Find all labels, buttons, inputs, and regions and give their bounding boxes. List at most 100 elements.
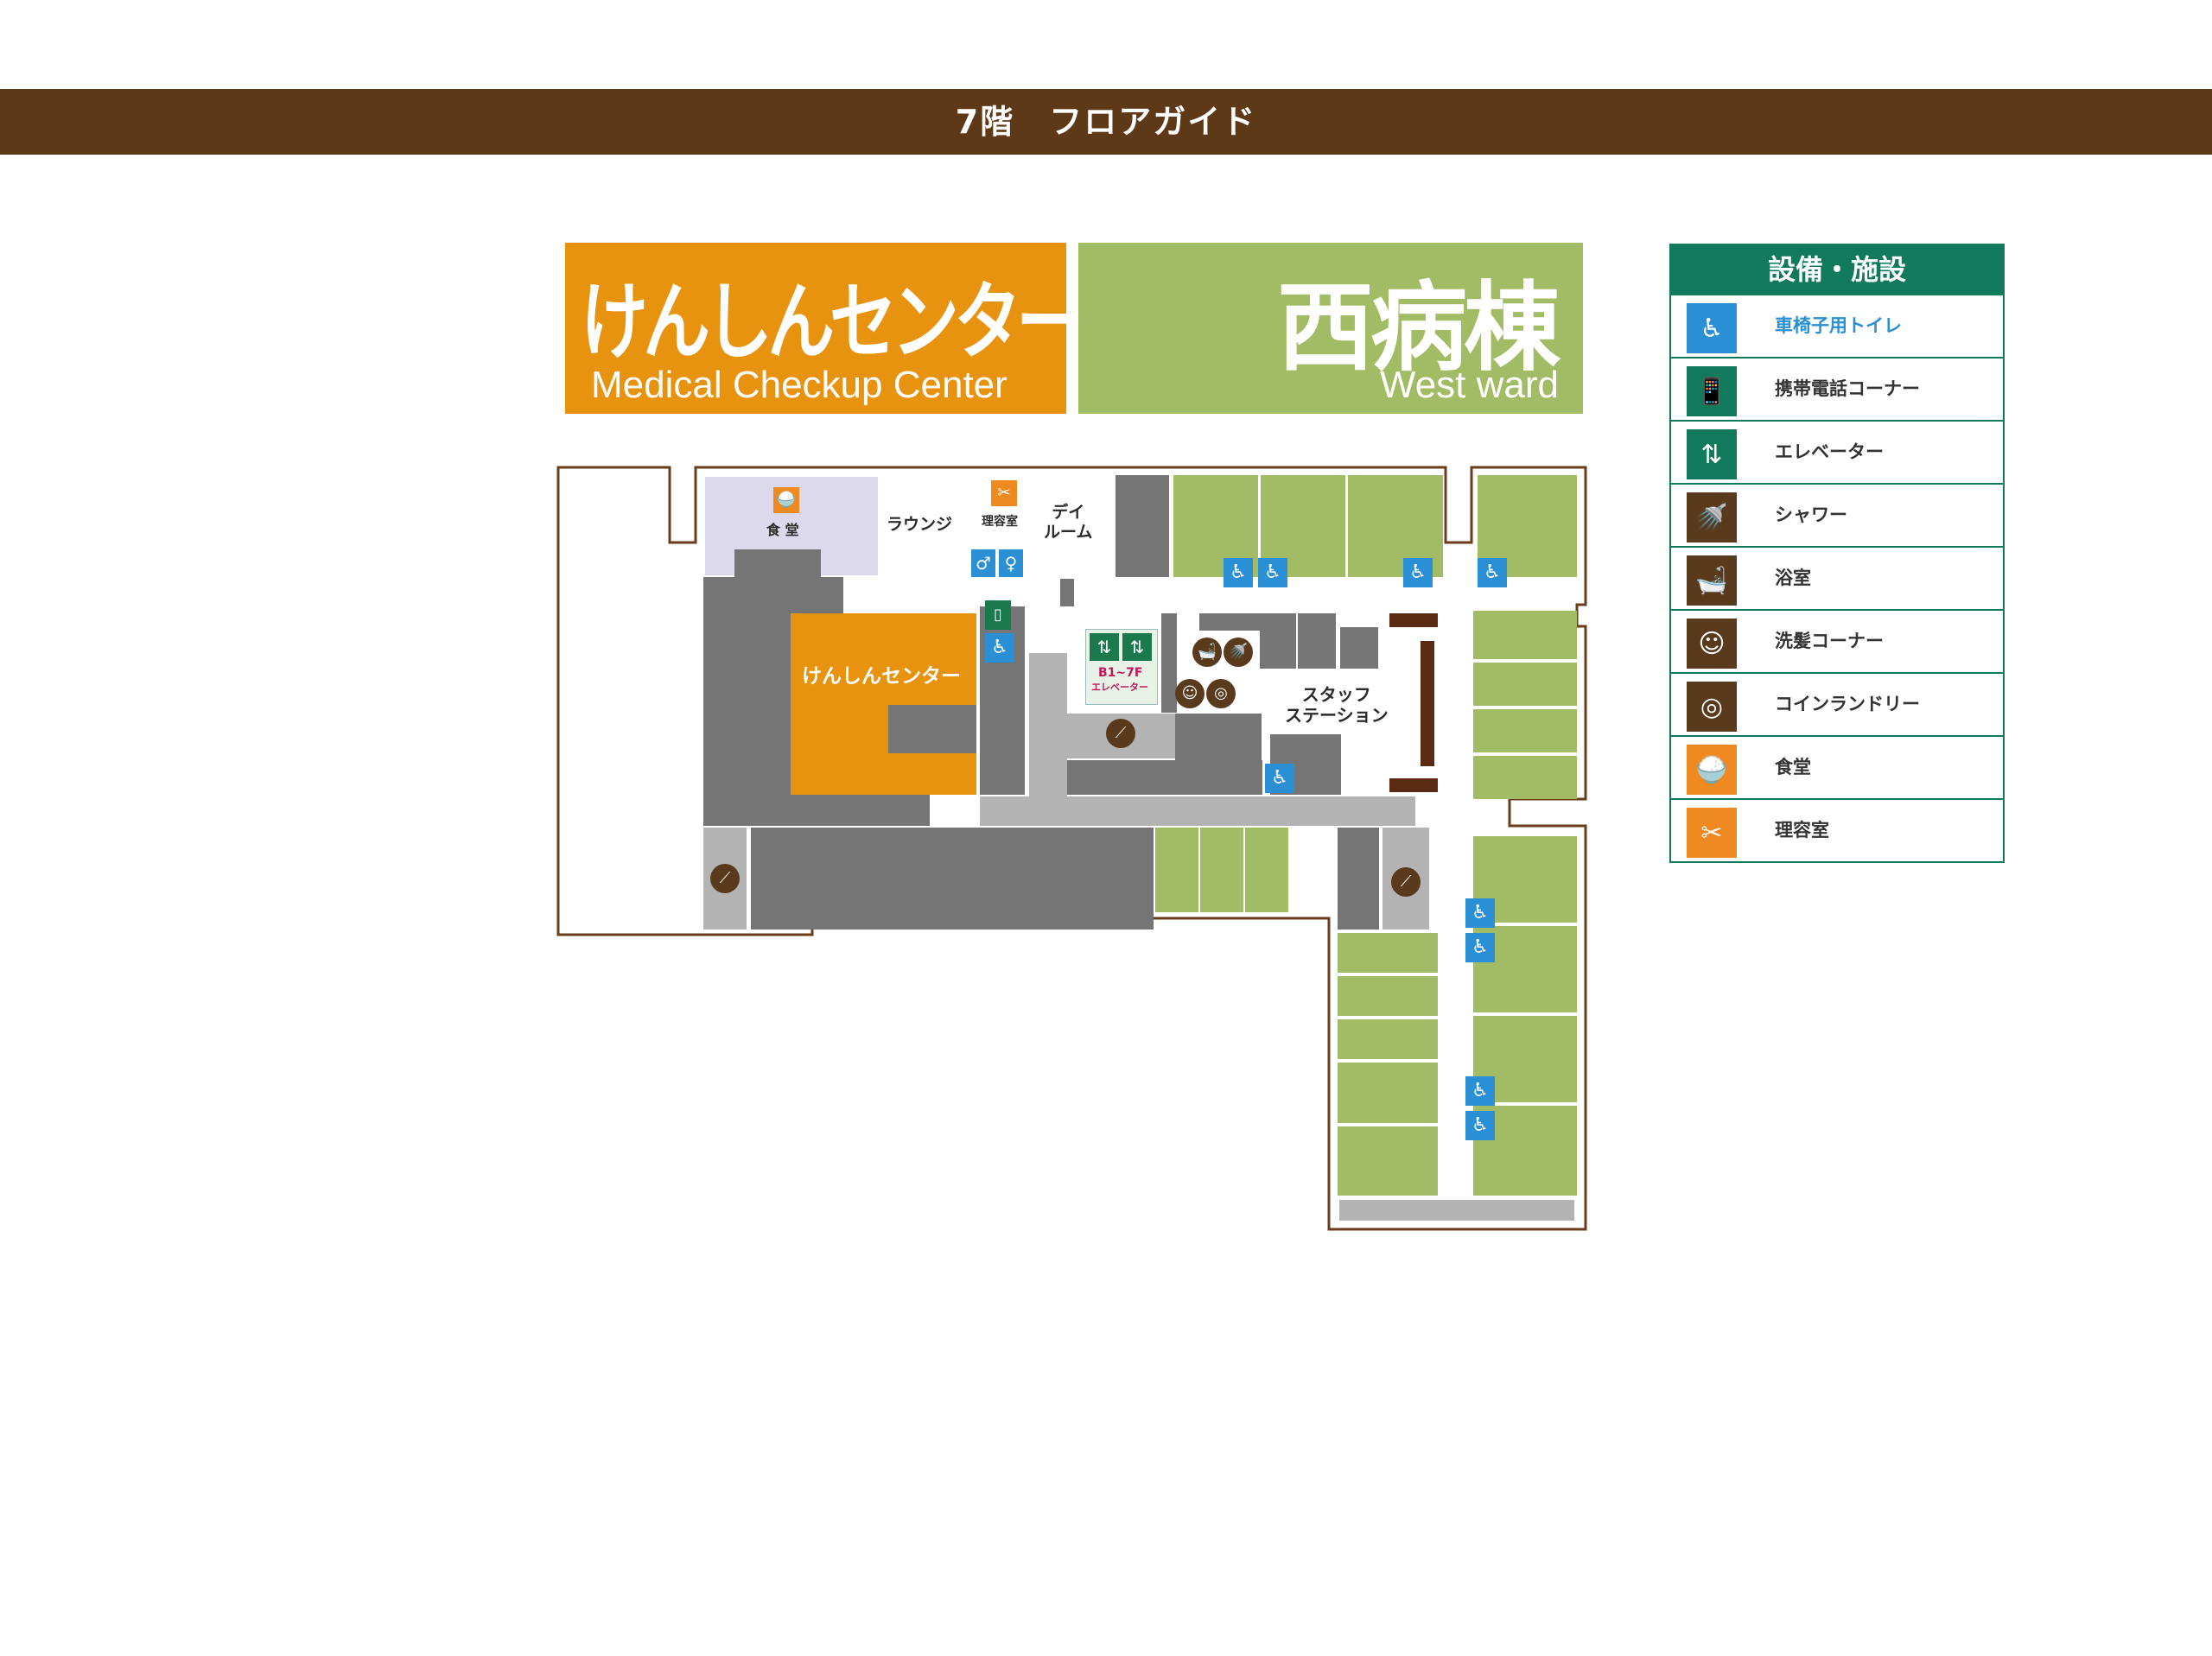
cafeteria-icon: 🍚 [1687, 745, 1737, 795]
legend-title: 設備・施設 [1669, 244, 2005, 295]
legend-item: 🚿 シャワー [1669, 485, 2005, 548]
ward-room [1338, 1126, 1438, 1196]
banner-west-en: West ward [1379, 364, 1559, 406]
ward-room [1473, 709, 1577, 752]
restroom-female-icon: ♀ [999, 549, 1023, 577]
elevator-icon: ⇅ [1090, 633, 1119, 661]
staff-station-desk [1421, 641, 1434, 766]
legend-item: 🛁 浴室 [1669, 548, 2005, 611]
legend-item-label: 車椅子用トイレ [1775, 315, 1902, 336]
wheelchair-icon: ♿ [1258, 558, 1287, 587]
banner-west-ward: 西病棟 West ward [1078, 243, 1583, 414]
legend-item: ◎ コインランドリー [1669, 674, 2005, 737]
legend-item-label: 食堂 [1775, 757, 1811, 777]
dayroom-room [1116, 475, 1169, 577]
ward-room [1473, 756, 1577, 799]
ward-room [1473, 663, 1577, 706]
wheelchair-icon: ♿ [1465, 1076, 1495, 1106]
staff-station-desk [1389, 613, 1438, 627]
lounge-label: ラウンジ [887, 515, 953, 534]
legend-item: ⇅ エレベーター [1669, 422, 2005, 485]
barber-label: 理容室 [982, 515, 1018, 529]
wheelchair-icon: ♿ [1465, 1111, 1495, 1140]
elevator-floors-label: B1~7F [1098, 666, 1143, 680]
hair-wash-icon: ☺ [1175, 679, 1205, 708]
ward-room [1245, 828, 1288, 912]
elevator-hall: ⇅ ⇅ B1~7F エレベーター [1085, 629, 1158, 705]
legend-item-label: シャワー [1775, 504, 1847, 525]
legend-item: ☺ 洗髪コーナー [1669, 611, 2005, 674]
wheelchair-icon: ♿ [1224, 558, 1253, 587]
cafeteria-icon: 🍚 [773, 487, 799, 513]
restroom-male-icon: ♂ [971, 549, 995, 577]
legend-item-label: エレベーター [1775, 441, 1884, 462]
checkup-inner-room [888, 705, 976, 753]
hair-wash-icon: ☺ [1687, 619, 1737, 669]
legend-list: ♿ 車椅子用トイレ 📱 携帯電話コーナー ⇅ エレベーター 🚿 シャワー 🛁 浴室 ☺ 洗髪コーナー ◎… [1669, 295, 2005, 863]
room-band-2 [751, 912, 811, 930]
wheelchair-icon: ♿ [1465, 933, 1495, 962]
staff-station-label: スタッフ ステーション [1285, 684, 1389, 726]
room [1199, 613, 1260, 631]
legend-item: 🍚 食堂 [1669, 737, 2005, 800]
room-block-5 [1060, 579, 1074, 606]
bath-icon: 🛁 [1192, 638, 1222, 667]
dayroom-label: デイ ルーム [1044, 503, 1093, 542]
legend-item-label: コインランドリー [1775, 694, 1920, 714]
ward-room [1338, 1019, 1438, 1059]
ward-room [1338, 933, 1438, 973]
wheelchair-icon: ♿ [985, 633, 1014, 663]
wheelchair-icon: ♿ [1265, 764, 1294, 793]
checkup-center-label: けんしんセンター [802, 665, 961, 688]
bath-icon: 🛁 [1687, 555, 1737, 606]
corridor-bottom [1339, 1200, 1574, 1221]
room [1298, 613, 1336, 669]
legend-item: ✂ 理容室 [1669, 800, 2005, 863]
floor-map: 食 堂 ラウンジ 理容室 デイ ルーム けんしんセンター スタッフ ステーション… [553, 458, 1624, 1235]
legend-item: 📱 携帯電話コーナー [1669, 358, 2005, 422]
barber-icon: ✂ [1687, 808, 1737, 858]
legend-item-label: 洗髪コーナー [1775, 631, 1884, 651]
room-block-2 [1067, 760, 1262, 795]
floor-plan-drawing [556, 466, 1587, 1231]
shower-icon: 🚿 [1224, 638, 1253, 667]
banner-medical-en: Medical Checkup Center [591, 364, 1007, 406]
wheelchair-icon: ♿ [1403, 558, 1433, 587]
cafeteria-label: 食 堂 [766, 522, 799, 538]
legend-item-label: 携帯電話コーナー [1775, 378, 1920, 399]
legend-item-label: 浴室 [1775, 568, 1811, 588]
laundry-icon: ◎ [1687, 682, 1737, 732]
page-title: 7階 フロアガイド [0, 89, 2212, 155]
ward-room [1338, 1063, 1438, 1123]
ward-room [1200, 828, 1243, 912]
mobile-phone-icon: ▯ [985, 600, 1011, 630]
ward-room [1338, 976, 1438, 1016]
wheelchair-icon: ♿ [1687, 303, 1737, 353]
elevator-icon: ⇅ [1687, 429, 1737, 479]
banner-medical-checkup-center: けんしんセンター Medical Checkup Center [565, 243, 1084, 414]
banner-medical-jp: けんしんセンター [581, 274, 1084, 372]
shower-icon: 🚿 [1687, 492, 1737, 542]
wheelchair-icon: ♿ [1478, 558, 1507, 587]
ward-room [1473, 611, 1577, 659]
mobile-phone-icon: 📱 [1687, 366, 1737, 416]
legend-item: ♿ 車椅子用トイレ [1669, 295, 2005, 358]
room-block-4 [1161, 613, 1177, 713]
elevator-icon: ⇅ [1122, 633, 1152, 661]
room-block-3 [1175, 714, 1262, 760]
stairs-icon: ⟋ [1391, 867, 1421, 897]
room [1340, 627, 1378, 669]
ward-room [1155, 828, 1198, 912]
wheelchair-icon: ♿ [1465, 898, 1495, 928]
laundry-icon: ◎ [1206, 679, 1236, 708]
corridor-2 [980, 796, 1415, 826]
stairs-icon: ⟋ [1106, 719, 1135, 748]
room [1260, 613, 1296, 669]
elevator-label: エレベーター [1091, 682, 1148, 693]
staff-station-desk [1389, 778, 1438, 792]
stairs-icon: ⟋ [710, 864, 740, 893]
checkup-center-room [791, 613, 976, 795]
room [1338, 828, 1379, 930]
facility-legend: 設備・施設 ♿ 車椅子用トイレ 📱 携帯電話コーナー ⇅ エレベーター 🚿 シャワー 🛁 浴室 ☺ 洗… [1669, 244, 2005, 863]
legend-item-label: 理容室 [1775, 820, 1829, 841]
